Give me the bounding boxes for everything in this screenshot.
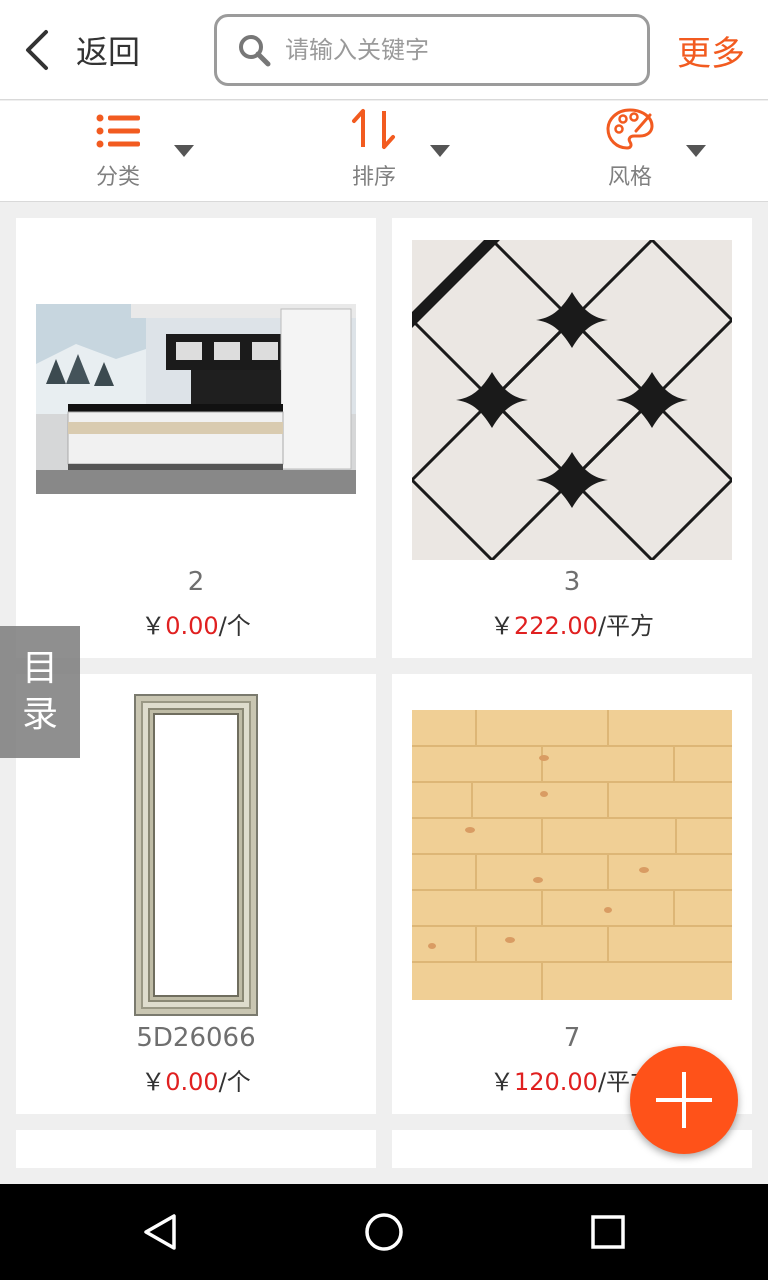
catalog-tab-label: 目 [21,648,58,689]
search-input[interactable] [285,36,625,64]
chevron-left-icon [26,30,48,70]
product-card[interactable] [16,1130,376,1168]
system-nav-bar [0,1184,768,1280]
back-button[interactable]: 返回 [22,24,140,76]
product-price: ￥0.00/个 [141,1068,251,1096]
caret-down-icon [174,145,194,157]
more-button[interactable]: 更多 [677,26,745,75]
filter-bar: 分类 排序 风格 [0,101,768,202]
filter-category-label: 分类 [95,165,140,190]
product-name: 2 [187,567,205,597]
caret-down-icon [686,145,706,157]
filter-style[interactable]: 风格 [600,101,768,201]
home-circle-icon[interactable] [360,1208,408,1256]
filter-style-label: 风格 [607,165,652,190]
wood-floor-image [412,710,732,1000]
sort-icon [352,109,395,149]
product-name: 5D26066 [136,1023,256,1053]
search-icon [239,35,271,67]
filter-sort-label: 排序 [351,165,396,190]
catalog-tab-label: 录 [21,694,58,735]
plus-icon [682,1072,686,1128]
top-bar: 返回 更多 [0,0,768,100]
search-box[interactable] [214,14,650,86]
filter-sort[interactable]: 排序 [344,101,544,201]
diamond-tile-image [412,240,732,560]
kitchen-cabinet-image [36,304,356,494]
product-card[interactable]: 2 ￥0.00/个 [16,218,376,658]
back-label: 返回 [76,33,141,71]
door-frame-image [134,694,258,1016]
recents-square-icon[interactable] [584,1208,632,1256]
filter-category[interactable]: 分类 [88,101,288,201]
product-price: ￥222.00/平方 [489,612,655,640]
palette-icon [606,108,654,150]
add-button[interactable] [630,1046,738,1154]
catalog-side-tab[interactable]: 目 录 [0,626,80,758]
list-icon [96,114,140,148]
product-card[interactable]: 3 ￥222.00/平方 [392,218,752,658]
back-triangle-icon[interactable] [136,1208,184,1256]
caret-down-icon [430,145,450,157]
product-name: 3 [563,567,581,597]
